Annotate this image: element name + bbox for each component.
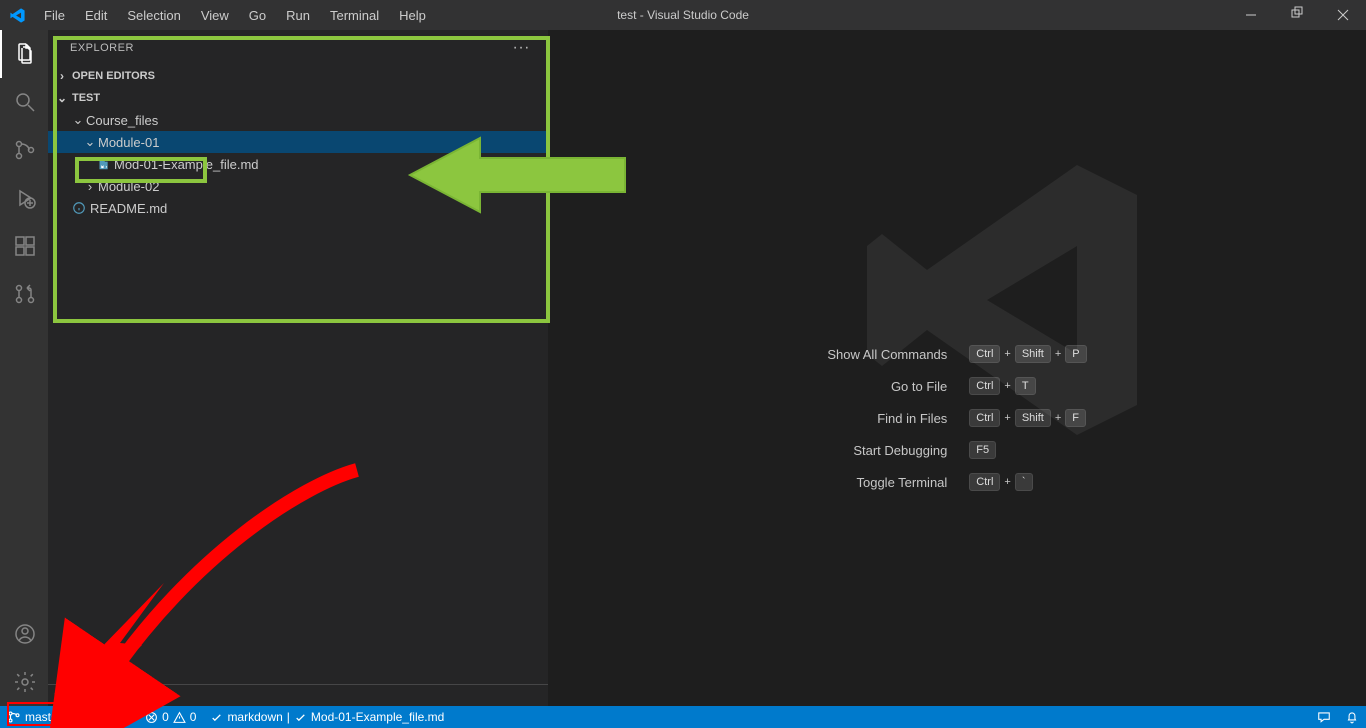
- activity-source-control[interactable]: [0, 126, 48, 174]
- editor-area: Show All Commands Ctrl+Shift+P Go to Fil…: [548, 30, 1366, 706]
- timeline-section[interactable]: TIMELINE: [48, 684, 548, 706]
- chevron-down-icon: [54, 91, 70, 105]
- tree-file-mod-01-example[interactable]: Mod-01-Example_file.md: [48, 153, 548, 175]
- status-notifications[interactable]: [1338, 710, 1366, 724]
- tree-folder-course-files[interactable]: Course_files: [48, 109, 548, 131]
- folder-label: Module-01: [98, 135, 159, 150]
- window-controls: [1228, 0, 1366, 30]
- chevron-down-icon: [82, 134, 98, 150]
- folder-label: Course_files: [86, 113, 158, 128]
- menu-terminal[interactable]: Terminal: [321, 4, 388, 27]
- vscode-logo: [0, 0, 35, 30]
- menu-bar: File Edit Selection View Go Run Terminal…: [35, 4, 435, 27]
- activity-bar: [0, 30, 48, 706]
- activity-extensions[interactable]: [0, 222, 48, 270]
- menu-selection[interactable]: Selection: [118, 4, 189, 27]
- workspace-label: TEST: [72, 92, 100, 104]
- activity-explorer[interactable]: [0, 30, 48, 78]
- menu-edit[interactable]: Edit: [76, 4, 116, 27]
- key-hint: Ctrl: [969, 473, 1000, 491]
- active-file-label: Mod-01-Example_file.md: [311, 710, 444, 724]
- maximize-button[interactable]: [1274, 0, 1320, 30]
- file-label: Mod-01-Example_file.md: [114, 157, 259, 172]
- markdown-file-icon: [94, 157, 112, 171]
- activity-search[interactable]: [0, 78, 48, 126]
- activity-settings[interactable]: [0, 658, 48, 706]
- tree-folder-module-02[interactable]: Module-02: [48, 175, 548, 197]
- timeline-label: TIMELINE: [58, 690, 109, 702]
- chevron-down-icon: [70, 112, 86, 128]
- status-language[interactable]: markdown | Mod-01-Example_file.md: [203, 706, 451, 728]
- status-feedback[interactable]: [1310, 710, 1338, 724]
- explorer-more-icon[interactable]: ···: [513, 39, 530, 57]
- open-editors-label: OPEN EDITORS: [72, 70, 155, 82]
- activity-accounts[interactable]: [0, 610, 48, 658]
- sync-up: 1: [114, 710, 121, 724]
- key-hint: `: [1015, 473, 1033, 491]
- status-problems[interactable]: 0 0: [138, 706, 203, 728]
- language-label: markdown: [227, 710, 282, 724]
- title-bar: File Edit Selection View Go Run Terminal…: [0, 0, 1366, 30]
- vscode-watermark-icon: [852, 150, 1152, 450]
- explorer-title: EXPLORER: [70, 42, 134, 54]
- file-tree: Course_files Module-01 Mod-01-Example_fi…: [48, 109, 548, 219]
- activity-run-debug[interactable]: [0, 174, 48, 222]
- menu-file[interactable]: File: [35, 4, 74, 27]
- info-file-icon: [70, 201, 88, 215]
- menu-run[interactable]: Run: [277, 4, 319, 27]
- window-title: test - Visual Studio Code: [617, 8, 749, 22]
- workspace-section[interactable]: TEST: [48, 87, 548, 109]
- status-sync[interactable]: 0↓ 1↑: [69, 706, 138, 728]
- activity-github-pr[interactable]: [0, 270, 48, 318]
- error-count: 0: [162, 710, 169, 724]
- status-branch[interactable]: master: [0, 706, 69, 728]
- tree-file-readme[interactable]: README.md: [48, 197, 548, 219]
- chevron-right-icon: [54, 69, 70, 83]
- menu-go[interactable]: Go: [240, 4, 275, 27]
- status-bar: master 0↓ 1↑ 0 0 markdown | Mod-01-Examp…: [0, 706, 1366, 728]
- menu-view[interactable]: View: [192, 4, 238, 27]
- close-button[interactable]: [1320, 0, 1366, 30]
- minimize-button[interactable]: [1228, 0, 1274, 30]
- menu-help[interactable]: Help: [390, 4, 435, 27]
- warning-count: 0: [190, 710, 197, 724]
- folder-label: Module-02: [98, 179, 159, 194]
- sync-down: 0: [94, 710, 101, 724]
- welcome-row-label: Toggle Terminal: [817, 467, 957, 497]
- branch-name: master: [25, 710, 62, 724]
- explorer-sidebar: EXPLORER ··· OPEN EDITORS TEST Course_fi…: [48, 30, 548, 706]
- chevron-right-icon: [82, 179, 98, 194]
- open-editors-section[interactable]: OPEN EDITORS: [48, 65, 548, 87]
- file-label: README.md: [90, 201, 167, 216]
- tree-folder-module-01[interactable]: Module-01: [48, 131, 548, 153]
